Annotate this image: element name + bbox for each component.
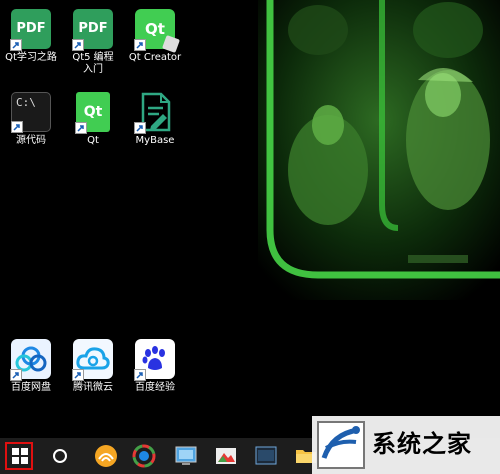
- shortcut-arrow-icon: [10, 39, 22, 51]
- terminal-app-icon: [255, 446, 277, 465]
- cortana-search-icon: [53, 449, 67, 463]
- command-prompt-icon-text: C:\: [16, 96, 36, 109]
- desktop-icon-qt[interactable]: Qt Qt: [62, 92, 124, 147]
- desktop-icon-qt5-programming[interactable]: PDF Qt5 编程入门: [62, 9, 124, 76]
- desktop-icon-weiyun[interactable]: 腾讯微云: [62, 339, 124, 394]
- colorful-app-icon: [132, 444, 156, 468]
- pdf-icon: PDF: [72, 9, 113, 51]
- shortcut-arrow-icon: [11, 121, 23, 133]
- desktop: PDF Qt学习之路 PDF Qt5 编程入门 Qt Qt Creator C:…: [0, 0, 500, 438]
- shortcut-arrow-icon: [72, 39, 84, 51]
- mybase-document-icon: [134, 92, 175, 134]
- shortcut-arrow-icon: [134, 122, 146, 134]
- pdf-icon-text: PDF: [78, 21, 108, 36]
- shortcut-arrow-icon: [134, 369, 146, 381]
- weiyun-icon: [72, 339, 113, 381]
- desktop-icon-label: Qt5 编程入门: [72, 52, 114, 75]
- desktop-icon-label: 百度经验: [135, 382, 175, 393]
- desktop-icon-source-code[interactable]: C:\ 源代码: [0, 92, 62, 147]
- desktop-icon-baidu-jingyan[interactable]: 百度经验: [124, 339, 186, 394]
- shortcut-arrow-icon: [10, 369, 22, 381]
- taskbar-colorful-app[interactable]: [126, 438, 162, 474]
- control-panel-icon: [175, 446, 197, 465]
- desktop-icon-label: MyBase: [135, 135, 175, 146]
- qt-icon: Qt: [75, 92, 110, 134]
- cortana-search-button[interactable]: [40, 438, 80, 474]
- qt-icon-text: Qt: [83, 104, 103, 120]
- pen-icon: [162, 35, 180, 53]
- taskbar-photo-app[interactable]: [208, 438, 244, 474]
- browser-icon: [95, 445, 117, 467]
- command-prompt-icon: C:\: [11, 92, 51, 133]
- baidu-paw-icon: [134, 339, 175, 381]
- desktop-icon-label: Qt Creator: [128, 52, 182, 63]
- desktop-icon-label: 腾讯微云: [73, 382, 113, 393]
- desktop-icon-baidu-netdisk[interactable]: 百度网盘: [0, 339, 62, 394]
- desktop-icon-qt-learning[interactable]: PDF Qt学习之路: [0, 9, 62, 64]
- baidu-netdisk-icon: [10, 339, 51, 381]
- taskbar-terminal-app[interactable]: [248, 438, 284, 474]
- qt-creator-icon-text: Qt: [145, 20, 165, 38]
- pdf-icon-text: PDF: [16, 21, 46, 36]
- shortcut-arrow-icon: [134, 39, 146, 51]
- photo-app-icon: [216, 448, 236, 464]
- pdf-icon: PDF: [10, 9, 51, 51]
- wallpaper-image: [258, 0, 500, 300]
- taskbar-control-panel[interactable]: [168, 438, 204, 474]
- desktop-icon-mybase[interactable]: MyBase: [124, 92, 186, 147]
- shortcut-arrow-icon: [72, 369, 84, 381]
- desktop-icon-label: 百度网盘: [11, 382, 51, 393]
- start-button-highlight: [5, 442, 33, 470]
- desktop-icon-label: 源代码: [16, 135, 46, 146]
- taskbar-browser[interactable]: [88, 438, 124, 474]
- desktop-icon-label: Qt学习之路: [5, 52, 57, 63]
- shortcut-arrow-icon: [75, 122, 87, 134]
- watermark-text: 系统之家: [372, 430, 472, 458]
- desktop-icon-label: Qt: [87, 135, 99, 146]
- qt-creator-icon: Qt: [134, 9, 180, 53]
- desktop-icon-qt-creator[interactable]: Qt Qt Creator: [124, 9, 186, 64]
